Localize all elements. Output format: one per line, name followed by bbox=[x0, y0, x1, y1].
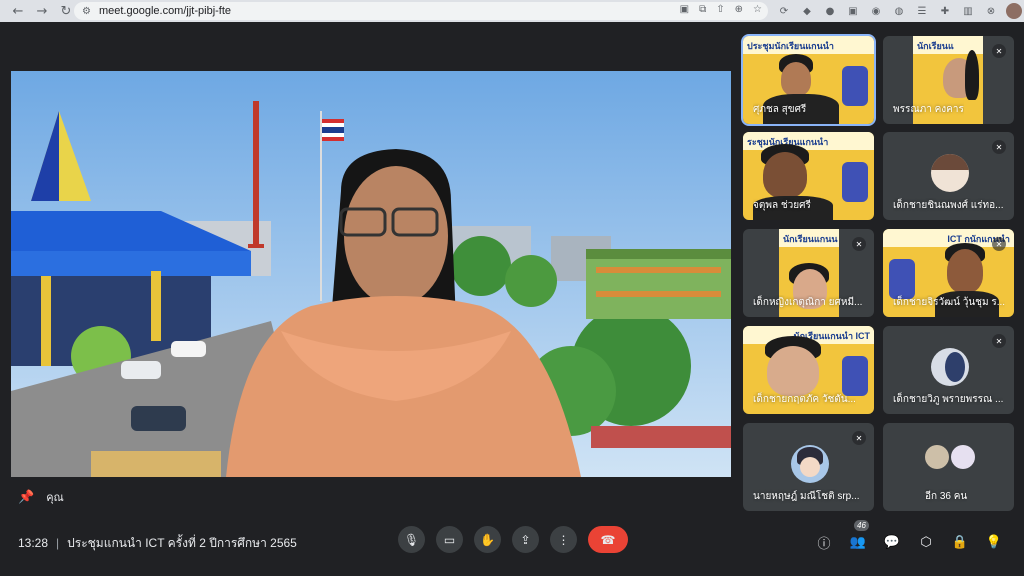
profile-avatar[interactable] bbox=[1006, 3, 1022, 19]
mic-off-icon: ✕ bbox=[852, 237, 866, 251]
banner-graphic bbox=[842, 66, 868, 106]
mic-off-icon: ✕ bbox=[992, 140, 1006, 154]
meet-stage: 📌 คุณ ประชุมนักเรียนแกนนำ ศุภชล สุขศรี น… bbox=[0, 22, 1024, 554]
meeting-bottom-bar: 13:28 | ประชุมแกนนำ ICT ครั้งที่ 2 ปีการศึ… bbox=[0, 520, 1024, 576]
banner-text: ประชุมนักเรียนแกนนำ bbox=[743, 36, 874, 54]
puzzle-icon[interactable]: ✚ bbox=[937, 3, 953, 19]
host-controls-icon[interactable]: 🔒 bbox=[950, 532, 970, 552]
participant-count-badge: 46 bbox=[854, 520, 869, 531]
banner-graphic bbox=[889, 259, 915, 299]
participant-tile[interactable]: ✕ นายหฤษฎ์ มณีโชติ srp... bbox=[743, 423, 874, 511]
zoom-icon[interactable]: ⊕ bbox=[735, 4, 743, 15]
bookmark-star-icon[interactable]: ☆ bbox=[753, 4, 762, 15]
people-icon[interactable]: 👥 46 bbox=[848, 520, 869, 552]
avatar-figure bbox=[945, 352, 965, 382]
sync-extension-icon[interactable]: ⟳ bbox=[776, 3, 792, 19]
participant-avatar bbox=[951, 445, 975, 469]
banner-text: นักเรียนแกนน bbox=[779, 229, 839, 247]
cat-extension-icon[interactable]: ◆ bbox=[799, 3, 815, 19]
participant-name: เด็กชายชินณพงศ์ แร่ทอ... bbox=[893, 200, 1004, 211]
raise-hand-icon[interactable]: ✋ bbox=[474, 526, 501, 553]
mic-off-icon: ✕ bbox=[992, 237, 1006, 251]
participant-tile[interactable]: ระชุมนักเรียนแกนนำ จตุพล ช่วยศรี bbox=[743, 132, 874, 220]
meeting-details-icon[interactable]: ⓘ bbox=[814, 532, 834, 552]
tune-icon[interactable]: ⚙ bbox=[82, 6, 91, 17]
participant-tile[interactable]: นักเรียนแกนนำ ICT เด็กชายกฤตภัค วัชตัน..… bbox=[743, 326, 874, 414]
lock-extension-icon[interactable]: ⊗ bbox=[983, 3, 999, 19]
mic-off-icon: ✕ bbox=[992, 334, 1006, 348]
back-icon[interactable]: ← bbox=[8, 1, 28, 21]
participant-tile[interactable]: ICT กนักแกนนำ ✕ เด็กชายจิรวัฒน์ วุ้นชุม … bbox=[883, 229, 1014, 317]
meeting-title: ประชุมแกนนำ ICT ครั้งที่ 2 ปีการศึกษา 25… bbox=[67, 536, 297, 550]
list-extension-icon[interactable]: ☰ bbox=[914, 3, 930, 19]
more-participants-label: อีก 36 คน bbox=[925, 491, 968, 502]
participant-name: นายหฤษฎ์ มณีโชติ srp... bbox=[753, 491, 860, 502]
stacked-avatars bbox=[925, 445, 975, 469]
share-icon[interactable]: ⇧ bbox=[716, 4, 724, 15]
participant-avatar bbox=[931, 154, 969, 192]
open-external-icon[interactable]: ⧉ bbox=[699, 4, 706, 15]
banner-graphic bbox=[842, 162, 868, 202]
activities-icon[interactable]: ⬡ bbox=[916, 532, 936, 552]
participant-tile[interactable]: ✕ เด็กชายชินณพงศ์ แร่ทอ... bbox=[883, 132, 1014, 220]
avatar-face bbox=[800, 457, 820, 477]
mic-off-icon: ✕ bbox=[992, 44, 1006, 58]
meeting-time: 13:28 bbox=[18, 536, 49, 550]
participant-face bbox=[763, 152, 807, 198]
avatar-hair bbox=[931, 154, 969, 170]
bulb-extension-icon[interactable]: ● bbox=[822, 3, 838, 19]
participant-tile[interactable]: ✕ เด็กชายวิภู พรายพรรณ ... bbox=[883, 326, 1014, 414]
participant-name: เด็กหญิงเกตุณิกา ยศหมี... bbox=[753, 297, 863, 308]
pin-icon[interactable]: 📌 bbox=[18, 490, 34, 505]
participant-avatar bbox=[931, 348, 969, 386]
meeting-info: 13:28 | ประชุมแกนนำ ICT ครั้งที่ 2 ปีการศึ… bbox=[18, 534, 297, 553]
browser-toolbar: ← → ↻ ⚙ meet.google.com/jjt-pibj-fte ▣ ⧉… bbox=[0, 0, 1024, 22]
self-view-label: 📌 คุณ bbox=[18, 488, 64, 506]
banner-graphic bbox=[842, 356, 868, 396]
forward-icon[interactable]: → bbox=[32, 1, 52, 21]
purple-extension-icon[interactable]: ◉ bbox=[868, 3, 884, 19]
camera-icon[interactable]: ▭ bbox=[436, 526, 463, 553]
end-call-icon[interactable]: ☎ bbox=[588, 526, 628, 553]
sidebar-icon[interactable]: ▥ bbox=[960, 3, 976, 19]
main-speaker-video bbox=[11, 71, 731, 477]
url-text: meet.google.com/jjt-pibj-fte bbox=[98, 5, 232, 17]
participant-face bbox=[947, 249, 983, 293]
side-controls: ⓘ 👥 46 💬 ⬡ 🔒 💡 bbox=[814, 520, 1004, 552]
mic-off-icon: ✕ bbox=[852, 431, 866, 445]
speaker-background-image bbox=[11, 71, 731, 477]
extensions-area: ⟳ ◆ ● ▣ ◉ ◍ ☰ ✚ ▥ ⊗ ⋮ bbox=[776, 3, 1024, 19]
meet-extension-icon[interactable]: ▣ bbox=[845, 3, 861, 19]
participant-face bbox=[781, 62, 811, 96]
participant-name: เด็กชายกฤตภัค วัชตัน... bbox=[753, 394, 856, 405]
reload-icon[interactable]: ↻ bbox=[56, 1, 76, 21]
more-options-icon[interactable]: ⋮ bbox=[550, 526, 577, 553]
camera-permission-icon[interactable]: ▣ bbox=[680, 4, 689, 15]
participant-hair bbox=[965, 50, 979, 100]
participant-tile[interactable]: นักเรียนแกนน ✕ เด็กหญิงเกตุณิกา ยศหมี... bbox=[743, 229, 874, 317]
call-controls: 🎙 ▭ ✋ ⇪ ⋮ ☎ bbox=[398, 526, 628, 553]
participant-face bbox=[767, 346, 819, 396]
chat-icon[interactable]: 💬 bbox=[882, 532, 902, 552]
participant-avatar bbox=[925, 445, 949, 469]
participant-avatar bbox=[791, 445, 829, 483]
participant-name: จตุพล ช่วยศรี bbox=[753, 200, 811, 211]
participant-name: ศุภชล สุขศรี bbox=[753, 104, 807, 115]
more-participants-tile[interactable]: อีก 36 คน bbox=[883, 423, 1014, 511]
microphone-icon[interactable]: 🎙 bbox=[398, 526, 425, 553]
color-extension-icon[interactable]: ◍ bbox=[891, 3, 907, 19]
participant-name: พรรณภา คงคาร bbox=[893, 104, 964, 115]
participant-name: เด็กชายวิภู พรายพรรณ ... bbox=[893, 394, 1004, 405]
self-name: คุณ bbox=[46, 492, 64, 504]
participant-tile[interactable]: ประชุมนักเรียนแกนนำ ศุภชล สุขศรี bbox=[741, 34, 876, 126]
participant-name: เด็กชายจิรวัฒน์ วุ้นชุม ร... bbox=[893, 297, 1006, 308]
address-bar[interactable]: ⚙ meet.google.com/jjt-pibj-fte ▣ ⧉ ⇧ ⊕ ☆ bbox=[74, 2, 768, 20]
present-screen-icon[interactable]: ⇪ bbox=[512, 526, 539, 553]
participant-tile[interactable]: นักเรียนแ ✕ พรรณภา คงคาร bbox=[883, 36, 1014, 124]
lamp-icon[interactable]: 💡 bbox=[984, 532, 1004, 552]
separator: | bbox=[56, 536, 60, 550]
banner-text: ระชุมนักเรียนแกนนำ bbox=[743, 132, 874, 150]
